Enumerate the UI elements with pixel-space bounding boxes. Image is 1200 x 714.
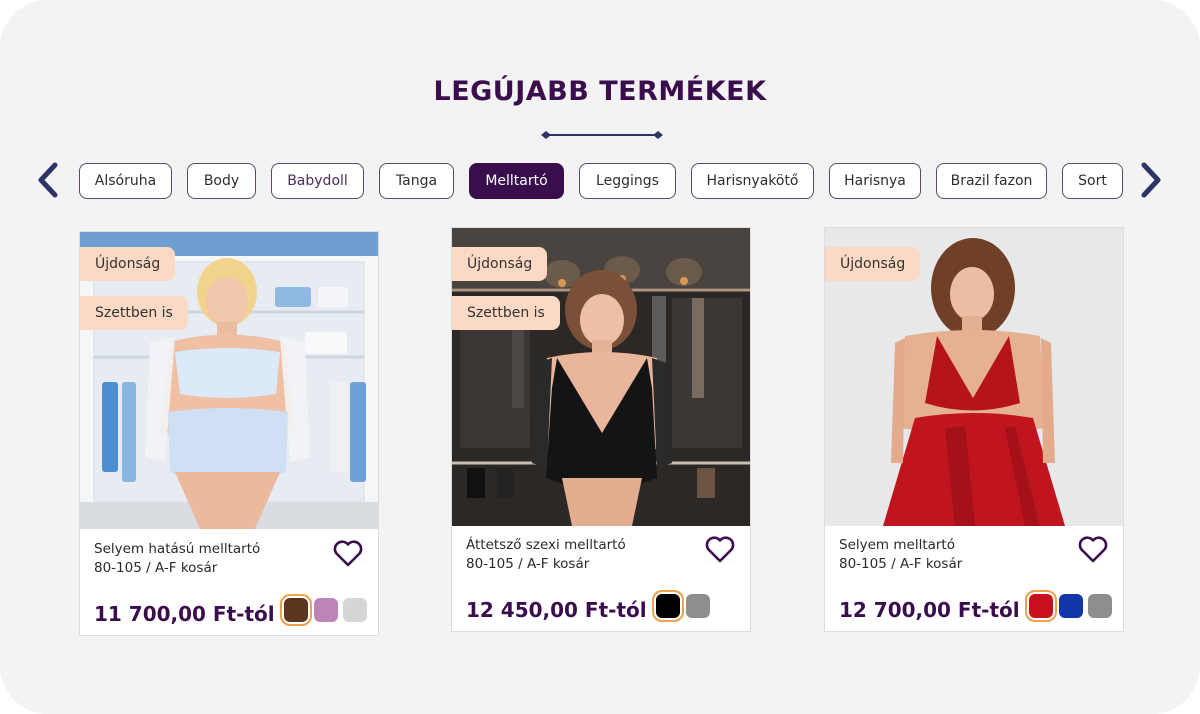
favorite-button[interactable] (332, 538, 364, 568)
product-price: 12 700,00 Ft-tól (839, 598, 1020, 622)
color-swatch-black[interactable] (652, 590, 684, 622)
category-tab-brazil-fazon[interactable]: Brazil fazon (936, 163, 1047, 199)
product-name-line1: Áttetsző szexi melltartó (466, 537, 626, 553)
set-badge: Szettben is (80, 296, 188, 330)
category-tab-harisnya[interactable]: Harisnya (829, 163, 921, 199)
new-badge: Újdonság (452, 247, 548, 281)
product-name[interactable]: Selyem melltartó 80-105 / A-F kosár (839, 536, 962, 574)
product-size-range: 80-105 / A-F kosár (94, 560, 218, 576)
new-badge: Újdonság (825, 247, 921, 281)
product-name[interactable]: Áttetsző szexi melltartó 80-105 / A-F ko… (466, 536, 626, 574)
product-name[interactable]: Selyem hatású melltartó 80-105 / A-F kos… (94, 540, 260, 578)
color-swatch-gray[interactable] (1088, 594, 1112, 618)
category-tab-melltarto[interactable]: Melltartó (469, 163, 564, 199)
color-swatch-red[interactable] (1025, 590, 1057, 622)
color-swatch-mauve[interactable] (314, 598, 338, 622)
color-swatch-light-gray[interactable] (343, 598, 367, 622)
category-tab-body[interactable]: Body (187, 163, 256, 199)
category-tab-tanga[interactable]: Tanga (379, 163, 454, 199)
new-badge: Újdonság (80, 247, 176, 281)
title-divider (541, 131, 663, 139)
chevron-left-icon (38, 162, 58, 198)
chevron-right-icon (1141, 162, 1161, 198)
category-tab-alsoruha[interactable]: Alsóruha (79, 163, 172, 199)
page-frame: LEGÚJABB TERMÉKEK Alsóruha Body Babydoll… (0, 0, 1200, 714)
heart-outline-icon (1078, 536, 1108, 563)
product-name-line1: Selyem melltartó (839, 537, 955, 553)
color-swatch-gray[interactable] (686, 594, 710, 618)
product-name-line1: Selyem hatású melltartó (94, 541, 261, 557)
set-badge: Szettben is (452, 296, 560, 330)
category-tab-harisnyakoto[interactable]: Harisnyakötő (691, 163, 814, 199)
product-price: 12 450,00 Ft-tól (466, 598, 647, 622)
product-card[interactable]: Újdonság Szettben is Selyem hatású mellt… (79, 231, 379, 636)
color-swatch-brown[interactable] (280, 594, 312, 626)
heart-outline-icon (333, 540, 363, 567)
favorite-button[interactable] (704, 534, 736, 564)
product-card[interactable]: Újdonság Selyem melltartó 80-105 / A-F k… (824, 227, 1124, 632)
category-tab-leggings[interactable]: Leggings (579, 163, 676, 199)
favorite-button[interactable] (1077, 534, 1109, 564)
product-size-range: 80-105 / A-F kosár (466, 556, 590, 572)
section-title: LEGÚJABB TERMÉKEK (433, 76, 767, 107)
next-category-button[interactable] (1136, 160, 1166, 200)
prev-category-button[interactable] (33, 160, 63, 200)
heart-outline-icon (705, 536, 735, 563)
category-tab-sort[interactable]: Sort (1062, 163, 1123, 199)
product-price: 11 700,00 Ft-tól (94, 602, 275, 626)
color-swatch-blue[interactable] (1059, 594, 1083, 618)
product-card[interactable]: Újdonság Szettben is Áttetsző szexi mell… (451, 227, 751, 632)
product-size-range: 80-105 / A-F kosár (839, 556, 963, 572)
category-tab-babydoll[interactable]: Babydoll (271, 163, 364, 199)
